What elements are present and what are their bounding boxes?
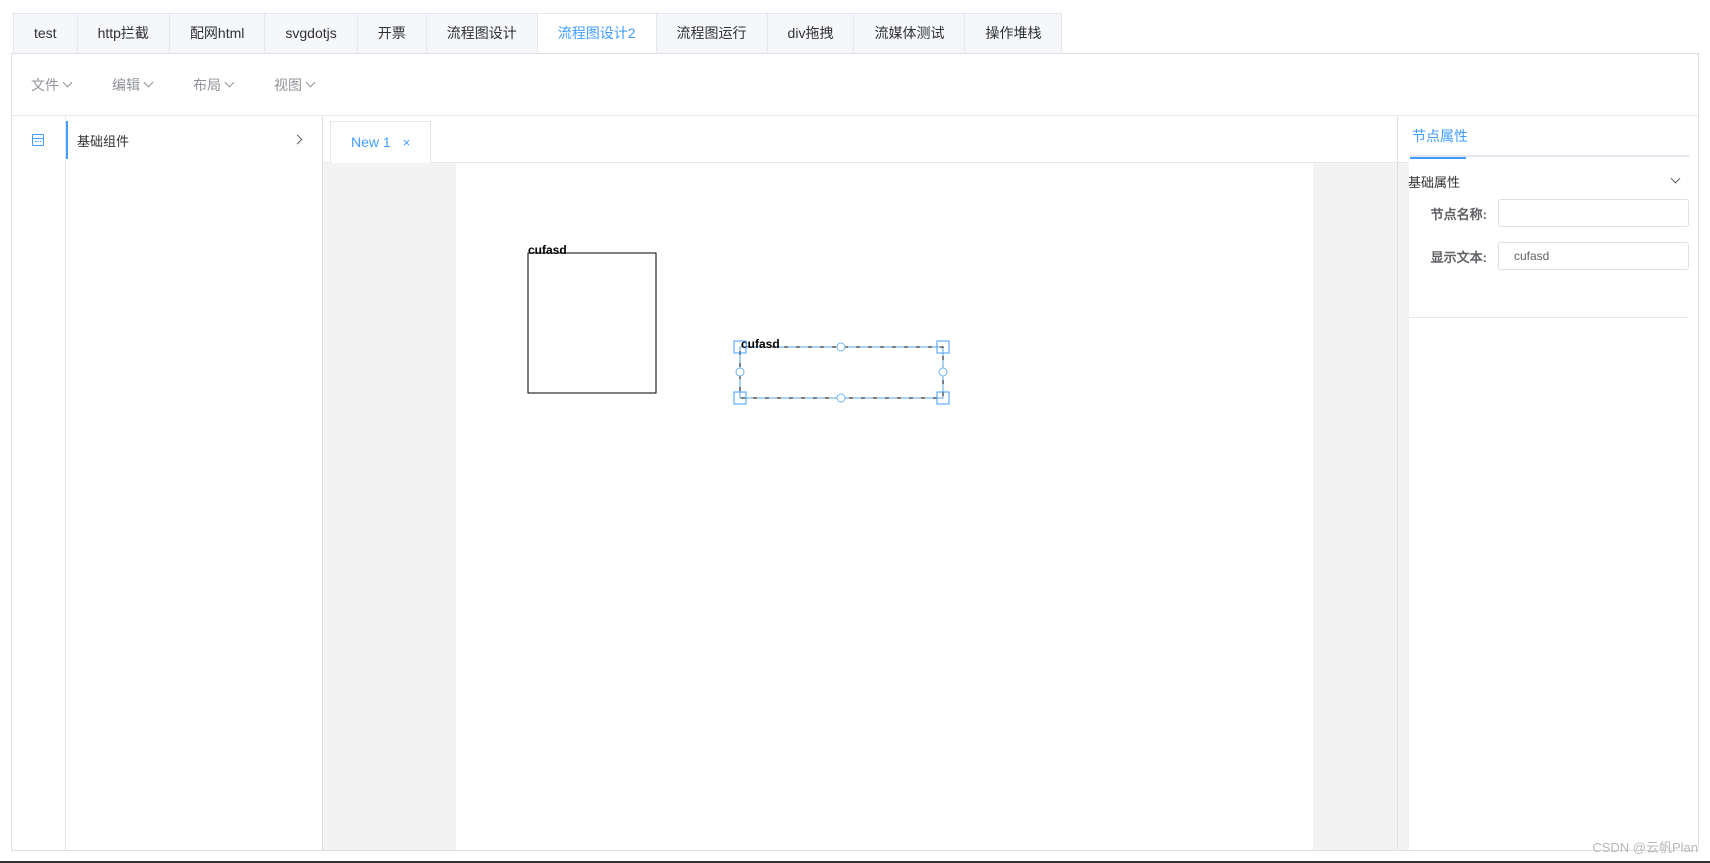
tab-flowchart-design-2[interactable]: 流程图设计2 (537, 14, 657, 55)
sidebar-item-label: 基础组件 (77, 133, 130, 149)
chevron-down-icon (305, 77, 316, 88)
tab-invoice[interactable]: 开票 (358, 14, 427, 53)
anchor-left[interactable] (735, 367, 745, 377)
node-square[interactable]: cufasd (527, 243, 657, 394)
node-square-label: cufasd (528, 243, 567, 257)
document-tab-label: New 1 (351, 134, 391, 150)
node-rect-label: cufasd (741, 337, 780, 351)
tab-flowchart-run[interactable]: 流程图运行 (657, 14, 768, 53)
tab-div-drag[interactable]: div拖拽 (768, 14, 855, 53)
tab-network-html[interactable]: 配网html (170, 14, 266, 53)
tab-flowchart-design[interactable]: 流程图设计 (427, 14, 538, 53)
tab-operation-stack[interactable]: 操作堆栈 (965, 14, 1061, 53)
calendar-icon[interactable] (32, 134, 44, 146)
display-text-input[interactable] (1498, 242, 1689, 270)
tab-streaming-test[interactable]: 流媒体测试 (854, 14, 966, 53)
menu-edit[interactable]: 编辑 (112, 75, 154, 95)
node-rect-selected[interactable]: cufasd (733, 337, 950, 405)
properties-tab-label: 节点属性 (1412, 128, 1468, 144)
tab-node-properties[interactable]: 节点属性 (1410, 116, 1470, 159)
chevron-down-icon (143, 77, 154, 88)
anchor-top[interactable] (836, 342, 846, 352)
properties-panel: 节点属性 基础属性 节点名称: 显示文本: (1397, 116, 1698, 850)
node-name-label: 节点名称: (1430, 206, 1487, 222)
chevron-down-icon (224, 77, 235, 88)
component-panel: 基础组件 (66, 116, 323, 850)
section-divider (1408, 317, 1689, 318)
node-name-input[interactable] (1498, 199, 1689, 227)
menu-file-label: 文件 (31, 76, 59, 93)
sidebar-icon-column (12, 116, 66, 850)
form-row-node-name: 节点名称: (1408, 199, 1689, 227)
chevron-down-icon (62, 77, 73, 88)
document-tabs: New 1 × (330, 121, 432, 163)
properties-tabs: 节点属性 (1410, 116, 1689, 159)
chevron-right-icon (292, 134, 303, 145)
node-square-shape[interactable] (527, 252, 657, 394)
node-rect-shape[interactable] (739, 346, 944, 399)
flowchart-editor: 文件 编辑 布局 视图 基础组件 New 1 × cufasd cufasd 节… (11, 53, 1699, 851)
chevron-down-icon (1670, 173, 1681, 184)
watermark: CSDN @云帆Plan (1592, 840, 1698, 855)
display-text-label: 显示文本: (1430, 249, 1487, 265)
menu-layout[interactable]: 布局 (193, 75, 235, 95)
menu-view[interactable]: 视图 (274, 75, 316, 95)
tab-http-intercept[interactable]: http拦截 (78, 14, 170, 53)
active-tab-indicator (1410, 157, 1466, 159)
canvas-viewport: cufasd cufasd (323, 163, 1409, 850)
close-icon[interactable]: × (403, 135, 411, 150)
flowchart-canvas[interactable]: cufasd cufasd (456, 163, 1313, 853)
canvas-page[interactable]: cufasd cufasd (456, 163, 1313, 850)
sidebar-item-basic-components[interactable]: 基础组件 (66, 121, 322, 159)
tab-document-new-1[interactable]: New 1 × (330, 121, 432, 163)
menu-file[interactable]: 文件 (31, 75, 73, 95)
menu-bar: 文件 编辑 布局 视图 (12, 54, 1698, 116)
tab-test[interactable]: test (14, 14, 78, 53)
menu-edit-label: 编辑 (112, 76, 140, 93)
section-basic-properties[interactable]: 基础属性 (1408, 161, 1689, 201)
anchor-bottom[interactable] (836, 393, 846, 403)
tab-svgdotjs[interactable]: svgdotjs (265, 14, 358, 53)
anchor-right[interactable] (938, 367, 948, 377)
menu-view-label: 视图 (274, 76, 302, 93)
top-tab-bar: test http拦截 配网html svgdotjs 开票 流程图设计 流程图… (13, 13, 1063, 55)
section-title: 基础属性 (1408, 174, 1461, 190)
editor-area: New 1 × cufasd cufasd (323, 116, 1409, 850)
form-row-display-text: 显示文本: (1408, 242, 1689, 270)
menu-layout-label: 布局 (193, 76, 221, 93)
